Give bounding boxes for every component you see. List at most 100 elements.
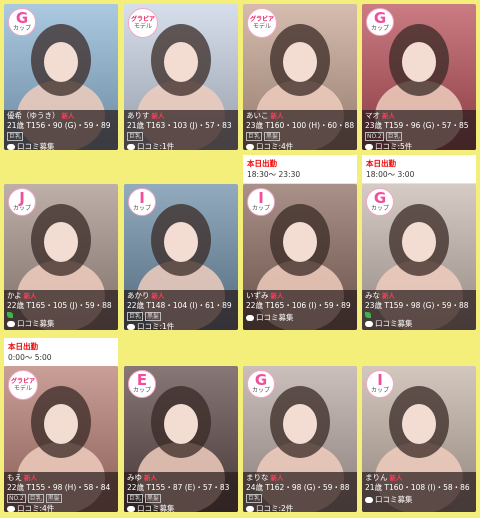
feature-tag: 黒髪	[145, 312, 162, 321]
review-link[interactable]: 口コミ募集	[7, 319, 115, 329]
review-link[interactable]: 口コミ:2件	[246, 504, 354, 512]
feature-tag: 巨乳	[246, 494, 263, 503]
chat-icon	[365, 321, 373, 327]
girl-name[interactable]: マオ	[365, 111, 380, 121]
shift-label: 本日出勤	[366, 159, 396, 168]
feature-tag: 黒髪	[264, 132, 281, 141]
feature-tag: NO.2	[7, 494, 26, 503]
tag-list	[365, 312, 473, 318]
girl-stats: 23歳 T160・100 (H)・60・88	[246, 121, 355, 130]
girl-card[interactable]: I カップ まりん 新人 21歳 T160・108 (I)・58・86 口コミ募集	[362, 366, 476, 512]
girl-name[interactable]: 優希（ゆうき）	[7, 111, 60, 121]
tag-list: NO.2 巨乳 黒髪	[7, 494, 115, 503]
badge-text: G	[373, 9, 387, 27]
chat-icon	[127, 144, 135, 150]
card-info: まりな 新人 24歳 T162・98 (G)・59・88 巨乳 口コミ:2件	[243, 472, 357, 512]
review-link[interactable]: 口コミ募集	[246, 313, 354, 323]
girl-card[interactable]: G カップ みな 新人 23歳 T159・98 (G)・59・88 口コミ募集	[362, 184, 476, 330]
girl-stats: 22歳 T165・105 (J)・59・88	[7, 301, 112, 310]
girl-name[interactable]: かよ	[7, 291, 22, 301]
girl-stats: 22歳 T148・104 (I)・61・89	[127, 301, 232, 310]
review-count[interactable]: 口コミ募集	[256, 313, 294, 323]
badge-subtext: カップ	[251, 205, 270, 212]
girl-card[interactable]: グラビア モデルありす 新人 21歳 T163・103 (J)・57・83 巨乳 口コミ:…	[124, 4, 238, 150]
review-link[interactable]: 口コミ募集	[365, 319, 473, 329]
girl-card[interactable]: G カップ マオ 新人 23歳 T159・96 (G)・57・85 NO.2 巨乳 口コミ:5…	[362, 4, 476, 150]
new-badge: 新人	[151, 112, 165, 120]
girl-card[interactable]: J カップ かよ 新人 22歳 T165・105 (J)・59・88 口コミ募集	[4, 184, 118, 330]
review-count[interactable]: 口コミ:1件	[137, 322, 174, 330]
girl-name[interactable]: まりん	[365, 473, 388, 483]
girl-card[interactable]: I カップ あかり 新人 22歳 T148・104 (I)・61・89 巨乳 黒髪 口コミ:1…	[124, 184, 238, 330]
girl-card[interactable]: G カップまりな 新人 24歳 T162・98 (G)・59・88 巨乳 口コミ:2件	[243, 366, 357, 512]
card-info: まりん 新人 21歳 T160・108 (I)・58・86 口コミ募集	[362, 472, 476, 512]
chat-icon	[7, 144, 15, 150]
cup-badge: J カップ	[8, 188, 36, 216]
girl-card[interactable]: I カップ いずみ 新人 22歳 T165・106 (I)・59・89 口コミ募集	[243, 184, 357, 330]
girl-name[interactable]: ありす	[127, 111, 150, 121]
new-badge: 新人	[61, 112, 75, 120]
new-badge: 新人	[24, 474, 37, 482]
card-info: ありす 新人 21歳 T163・103 (J)・57・83 巨乳 口コミ:1件	[124, 110, 238, 150]
shift-time: 18:00～ 3:00	[366, 170, 415, 179]
chat-icon	[365, 497, 373, 503]
review-link[interactable]: 口コミ:4件	[246, 142, 354, 150]
tag-list: 巨乳 黒髪	[127, 312, 235, 321]
girl-name[interactable]: みな	[365, 291, 380, 301]
review-link[interactable]: 口コミ:1件	[127, 142, 235, 150]
badge-text: G	[373, 189, 387, 207]
tag-list: 巨乳	[7, 132, 115, 141]
new-badge: 新人	[382, 292, 395, 300]
chat-icon	[7, 506, 15, 512]
review-count[interactable]: 口コミ:4件	[17, 504, 54, 512]
card-info: いずみ 新人 22歳 T165・106 (I)・59・89 口コミ募集	[243, 290, 357, 330]
tag-list: 巨乳	[127, 132, 235, 141]
badge-subtext: カップ	[251, 387, 270, 394]
girl-name[interactable]: もえ	[7, 473, 22, 483]
card-info: みゆ 新人 22歳 T155・87 (E)・57・83 巨乳 黒髪 口コミ募集	[124, 472, 238, 512]
leaf-icon	[7, 312, 13, 318]
review-count[interactable]: 口コミ募集	[375, 495, 413, 505]
girl-card[interactable]: E カップ みゆ 新人 22歳 T155・87 (E)・57・83 巨乳 黒髪 口コミ募集	[124, 366, 238, 512]
badge-text: I	[377, 371, 383, 389]
girl-name[interactable]: あかり	[127, 291, 150, 301]
badge-text: G	[254, 371, 268, 389]
review-count[interactable]: 口コミ:1件	[137, 142, 174, 150]
badge-subtext: カップ	[370, 205, 389, 212]
review-count[interactable]: 口コミ募集	[17, 319, 55, 329]
gravure-badge: グラビア モデル	[128, 8, 158, 38]
tag-list	[7, 312, 115, 318]
chat-icon	[7, 321, 15, 327]
review-link[interactable]: 口コミ:4件	[7, 504, 115, 512]
feature-tag: NO.2	[365, 132, 384, 141]
review-link[interactable]: 口コミ:5件	[365, 142, 473, 150]
badge-text: グラビア	[249, 16, 274, 23]
badge-text: I	[139, 189, 145, 207]
feature-tag: 巨乳	[27, 494, 44, 503]
girl-name[interactable]: いずみ	[246, 291, 269, 301]
badge-text: E	[136, 371, 148, 389]
girl-name[interactable]: まりな	[246, 473, 269, 483]
review-count[interactable]: 口コミ:5件	[375, 142, 412, 150]
girl-name[interactable]: あいこ	[246, 111, 269, 121]
feature-tag: 黒髪	[145, 494, 162, 503]
girl-name[interactable]: みゆ	[127, 473, 142, 483]
review-count[interactable]: 口コミ募集	[17, 142, 55, 150]
girl-card[interactable]: グラビア モデル あいこ 新人 23歳 T160・100 (H)・60・88 巨乳 黒髪 口コ…	[243, 4, 357, 150]
badge-text: J	[19, 189, 25, 207]
review-count[interactable]: 口コミ募集	[375, 319, 413, 329]
girl-card[interactable]: G カップ 優希（ゆうき） 新人 21歳 T156・90 (G)・59・89 巨乳 口コミ募…	[4, 4, 118, 150]
review-count[interactable]: 口コミ:4件	[256, 142, 293, 150]
shift-box: 本日出勤 18:30～ 23:30	[243, 155, 357, 183]
cup-badge: G カップ	[8, 8, 36, 36]
review-count[interactable]: 口コミ:2件	[256, 504, 293, 512]
review-link[interactable]: 口コミ:1件	[127, 322, 235, 330]
chat-icon	[127, 324, 135, 330]
badge-subtext: カップ	[12, 25, 31, 32]
gravure-badge: グラビア モデル	[8, 370, 38, 400]
review-link[interactable]: 口コミ募集	[127, 504, 235, 512]
review-count[interactable]: 口コミ募集	[137, 504, 175, 512]
review-link[interactable]: 口コミ募集	[365, 495, 473, 505]
girl-card[interactable]: グラビア モデル もえ 新人 22歳 T155・98 (H)・58・84 NO.2 巨乳 黒髪…	[4, 366, 118, 512]
review-link[interactable]: 口コミ募集	[7, 142, 115, 150]
